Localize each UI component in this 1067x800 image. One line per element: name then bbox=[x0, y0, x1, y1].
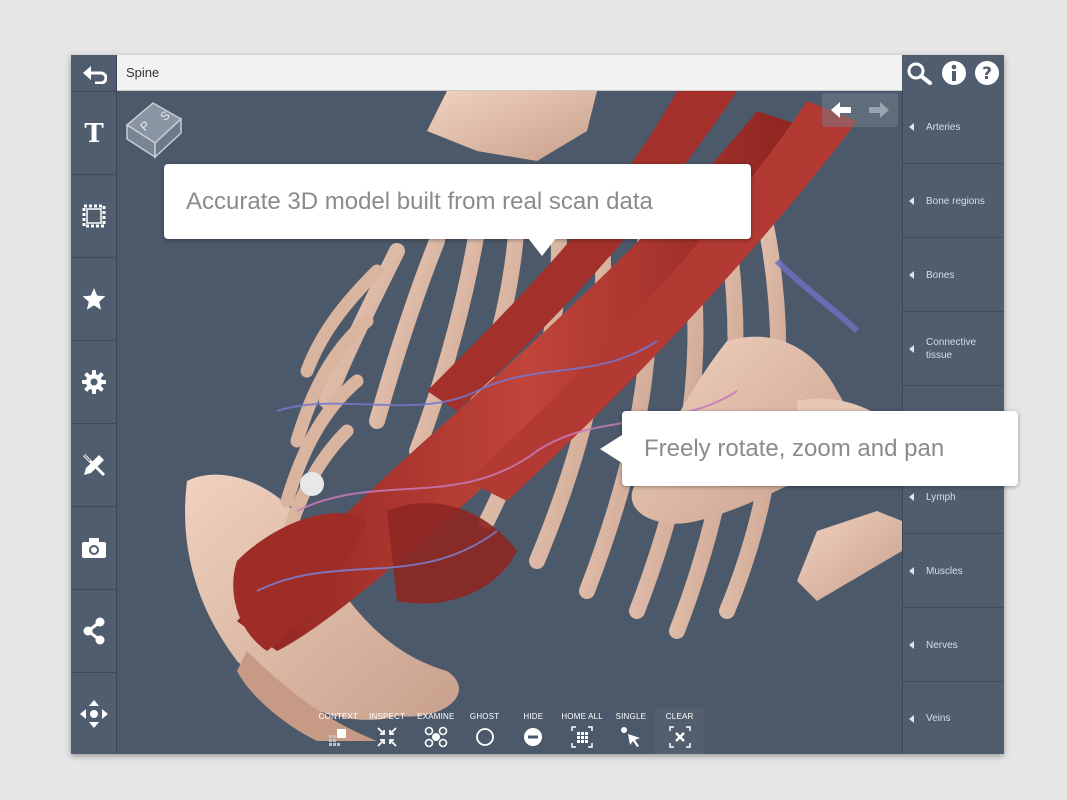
expand-arrow-icon bbox=[909, 271, 914, 279]
inspect-icon bbox=[377, 727, 397, 747]
single-label: SINGLE bbox=[615, 712, 647, 721]
expand-arrow-icon bbox=[909, 197, 914, 205]
layer-label: Nerves bbox=[926, 639, 958, 651]
navigation-cube[interactable]: S P bbox=[123, 97, 187, 161]
help-icon[interactable]: ? bbox=[974, 60, 1000, 86]
callout-model-text: Accurate 3D model built from real scan d… bbox=[186, 187, 653, 215]
hide-icon bbox=[524, 728, 543, 746]
top-right-toolbar: ? bbox=[902, 55, 1004, 91]
star-icon bbox=[82, 288, 105, 310]
expand-arrow-icon bbox=[909, 123, 914, 131]
layer-connective-tissue[interactable]: Connective tissue bbox=[903, 313, 1004, 386]
layer-bone-regions[interactable]: Bone regions bbox=[903, 165, 1004, 238]
undo-arrow-icon[interactable] bbox=[829, 101, 853, 119]
layer-nerves[interactable]: Nerves bbox=[903, 609, 1004, 682]
move-icon bbox=[79, 700, 108, 728]
single-select-icon bbox=[620, 727, 640, 747]
examine-button[interactable]: EXAMINE bbox=[412, 708, 461, 754]
select-tool-button[interactable] bbox=[71, 175, 116, 258]
home-all-button[interactable]: HOME ALL bbox=[558, 708, 607, 754]
callout-pointer bbox=[528, 238, 556, 256]
settings-button[interactable] bbox=[71, 341, 116, 424]
share-button[interactable] bbox=[71, 590, 116, 673]
layer-veins[interactable]: Veins bbox=[903, 683, 1004, 754]
expand-arrow-icon bbox=[909, 714, 914, 723]
layer-arteries[interactable]: Arteries bbox=[903, 91, 1004, 164]
callout-pointer bbox=[600, 435, 622, 463]
callout-model: Accurate 3D model built from real scan d… bbox=[164, 164, 751, 256]
info-icon[interactable] bbox=[941, 60, 967, 86]
examine-label: EXAMINE bbox=[417, 712, 455, 721]
layer-label: Bones bbox=[926, 269, 955, 281]
page-title: Spine bbox=[126, 65, 160, 80]
redo-arrow-icon[interactable] bbox=[867, 101, 891, 119]
layer-label: Lymph bbox=[926, 491, 956, 503]
clear-button[interactable]: CLEAR bbox=[655, 708, 704, 754]
share-icon bbox=[83, 617, 104, 645]
home-all-icon bbox=[571, 726, 593, 748]
ghost-icon bbox=[475, 728, 494, 746]
screenshot-button[interactable] bbox=[71, 507, 116, 590]
inspect-label: INSPECT bbox=[369, 712, 406, 721]
expand-arrow-icon bbox=[909, 641, 914, 649]
ghost-button[interactable]: GHOST bbox=[460, 708, 509, 754]
hide-label: HIDE bbox=[523, 712, 544, 721]
svg-text:?: ? bbox=[982, 64, 992, 84]
back-icon bbox=[82, 66, 107, 84]
inspect-button[interactable]: INSPECT bbox=[363, 708, 412, 754]
move-tool-button[interactable] bbox=[71, 673, 116, 754]
hide-button[interactable]: HIDE bbox=[509, 708, 558, 754]
context-button[interactable]: CONTEXT bbox=[314, 708, 363, 754]
gear-icon bbox=[81, 370, 106, 394]
home-all-label: HOME ALL bbox=[561, 712, 603, 721]
examine-icon bbox=[424, 726, 448, 748]
callout-controls: Freely rotate, zoom and pan bbox=[600, 411, 1018, 486]
app-window: T Spine ? S P Arteries Bone regions Bone… bbox=[71, 55, 1004, 754]
expand-arrow-icon bbox=[909, 493, 914, 501]
ghost-label: GHOST bbox=[469, 712, 500, 721]
search-icon[interactable] bbox=[906, 61, 934, 85]
layer-label: Muscles bbox=[926, 565, 963, 577]
expand-arrow-icon bbox=[909, 567, 914, 575]
text-icon: T bbox=[84, 119, 104, 147]
context-icon bbox=[329, 729, 347, 746]
context-label: CONTEXT bbox=[318, 712, 359, 721]
layer-label: Connective tissue bbox=[926, 337, 977, 361]
svg-text:T: T bbox=[84, 119, 104, 147]
draw-tool-button[interactable] bbox=[71, 424, 116, 507]
layer-label: Veins bbox=[926, 713, 951, 724]
single-button[interactable]: SINGLE bbox=[607, 708, 656, 754]
left-toolbar: T bbox=[71, 55, 117, 754]
layer-muscles[interactable]: Muscles bbox=[903, 535, 1004, 608]
camera-icon bbox=[81, 538, 106, 558]
layer-label: Bone regions bbox=[926, 195, 985, 207]
selection-icon bbox=[82, 204, 105, 228]
layer-label: Arteries bbox=[926, 121, 961, 133]
favorites-button[interactable] bbox=[71, 258, 116, 341]
expand-arrow-icon bbox=[909, 345, 914, 353]
title-bar: Spine bbox=[117, 55, 902, 91]
pencil-icon bbox=[82, 453, 105, 477]
callout-controls-text: Freely rotate, zoom and pan bbox=[644, 434, 945, 462]
bottom-toolbar: CONTEXT INSPECT EXAMINE GHOST HIDE HOME … bbox=[314, 708, 704, 754]
clear-icon bbox=[668, 726, 691, 748]
clear-label: CLEAR bbox=[665, 712, 694, 721]
history-controls bbox=[822, 93, 898, 127]
text-tool-button[interactable]: T bbox=[71, 92, 116, 175]
back-button[interactable] bbox=[71, 55, 116, 92]
layer-bones[interactable]: Bones bbox=[903, 239, 1004, 312]
